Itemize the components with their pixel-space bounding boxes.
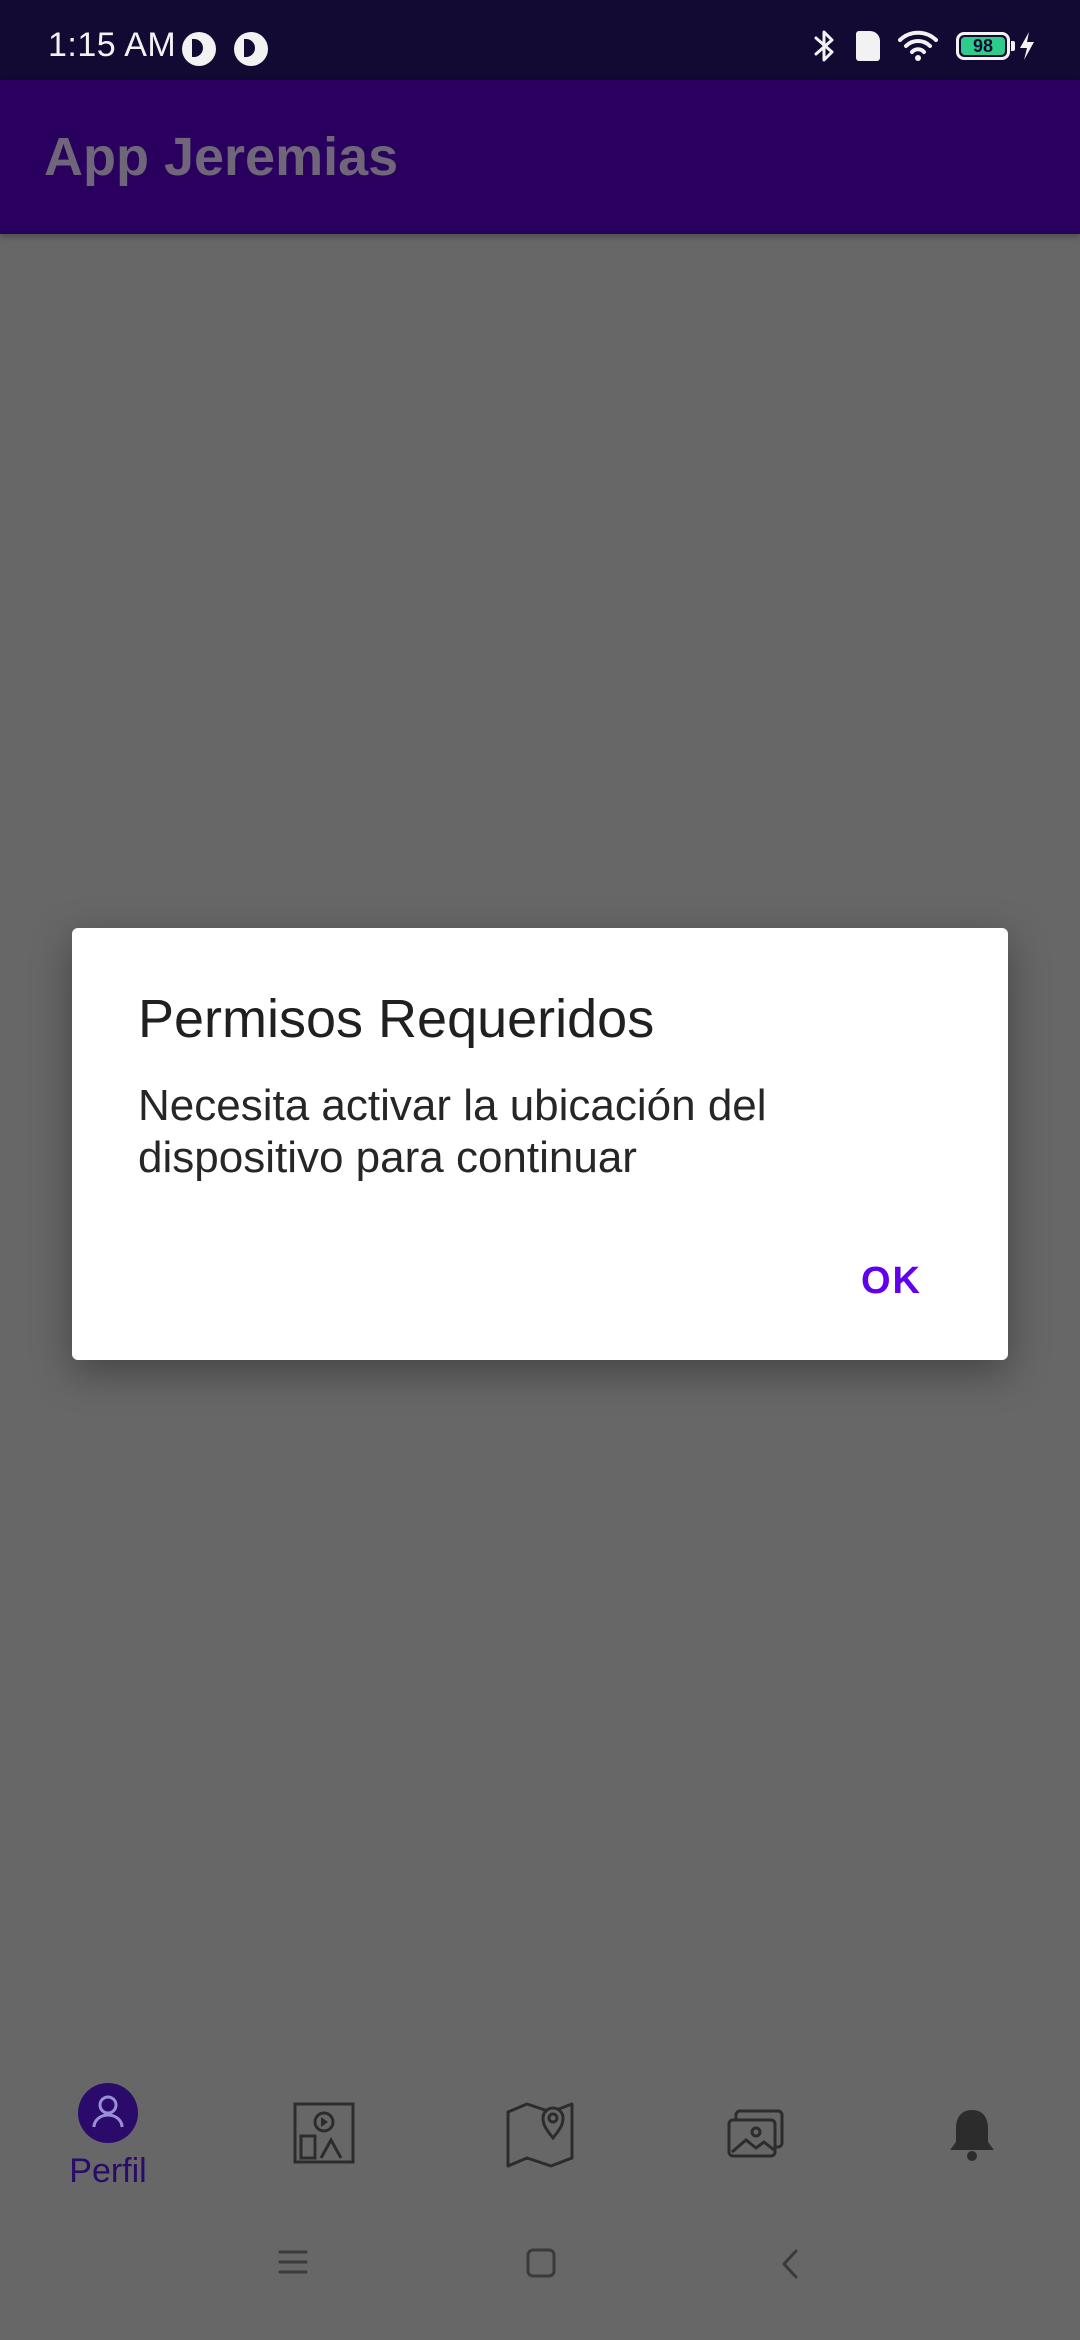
wifi-icon	[898, 30, 938, 61]
status-bar: 1:15 AM 98	[0, 0, 1080, 80]
bell-icon	[950, 2110, 994, 2161]
map-pin-icon	[506, 2102, 574, 2168]
nav-item-perfil[interactable]: Perfil	[0, 2052, 216, 2214]
nav-label-perfil: Perfil	[69, 2152, 147, 2190]
nav-item-gallery[interactable]	[648, 2052, 864, 2214]
charging-icon	[1020, 32, 1034, 60]
bluetooth-icon	[814, 30, 834, 62]
system-nav-bar	[0, 2218, 1080, 2340]
status-time: 1:15 AM	[48, 26, 177, 64]
gallery-icon	[727, 2109, 784, 2158]
notification-icon	[234, 32, 268, 66]
media-icon	[293, 2102, 355, 2164]
back-icon[interactable]	[780, 2248, 800, 2280]
notification-icon	[182, 32, 216, 66]
menu-icon[interactable]	[278, 2248, 308, 2276]
ok-button[interactable]: OK	[861, 1260, 922, 1303]
battery-level: 98	[961, 37, 1005, 55]
dialog-message: Necesita activar la ubicación del dispos…	[138, 1081, 767, 1182]
permission-dialog: Permisos Requeridos Necesita activar la …	[72, 928, 1008, 1360]
nav-item-notifications[interactable]	[864, 2052, 1080, 2214]
app-title: App Jeremias	[44, 127, 399, 187]
nav-item-media[interactable]	[216, 2052, 432, 2214]
battery-icon: 98	[956, 32, 1015, 60]
status-icons: 98	[794, 26, 1036, 66]
dialog-title: Permisos Requeridos	[138, 989, 655, 1049]
profile-icon	[78, 2083, 138, 2143]
app-bar: App Jeremias	[0, 80, 1080, 234]
bottom-nav: Perfil	[0, 2052, 1080, 2214]
nav-item-map[interactable]	[432, 2052, 648, 2214]
home-icon[interactable]	[526, 2248, 556, 2278]
sim-icon	[856, 31, 880, 61]
